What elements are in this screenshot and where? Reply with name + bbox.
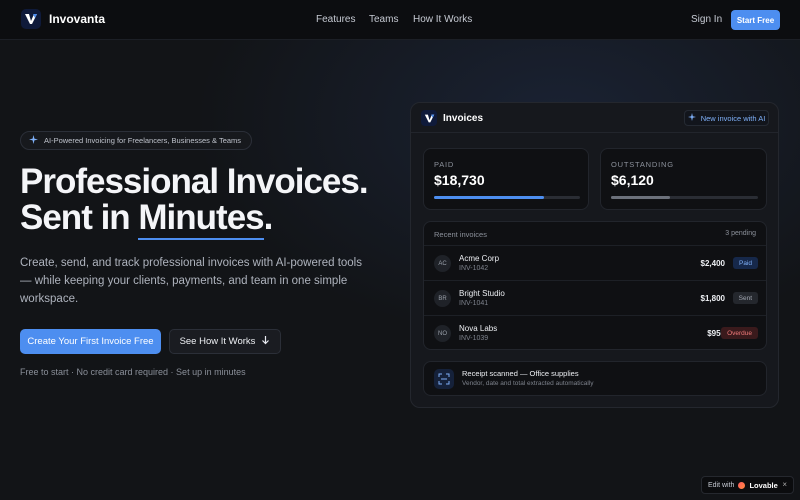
invoice-row[interactable]: BR Bright Studio INV-1041 $1,800 Sent xyxy=(424,280,766,315)
scan-icon xyxy=(434,369,454,389)
sparkle-icon xyxy=(687,113,696,123)
top-nav: Invovanta Features Teams How It Works Si… xyxy=(0,0,800,40)
brand-name[interactable]: Invovanta xyxy=(49,12,105,26)
new-invoice-ai-button[interactable]: New invoice with AI xyxy=(684,110,769,126)
client-avatar: NO xyxy=(434,325,451,342)
stat-value: $18,730 xyxy=(434,172,485,188)
nav-link-how-it-works[interactable]: How It Works xyxy=(413,14,472,25)
progress-bar xyxy=(434,196,580,199)
status-badge: Paid xyxy=(732,257,758,269)
close-icon[interactable]: × xyxy=(782,480,787,489)
progress-bar-fill xyxy=(611,196,670,199)
client-name: Bright Studio xyxy=(459,289,505,298)
hero-heading-line2: Sent in Minutes. xyxy=(20,198,368,240)
invoice-number: INV-1039 xyxy=(459,335,489,342)
stat-label: OUTSTANDING xyxy=(611,160,674,169)
progress-bar-fill xyxy=(434,196,544,199)
receipt-subtitle: Vendor, date and total extracted automat… xyxy=(462,380,594,387)
create-invoice-button[interactable]: Create Your First Invoice Free xyxy=(20,329,161,354)
invoice-number: INV-1041 xyxy=(459,300,489,307)
outstanding-stat: OUTSTANDING $6,120 xyxy=(600,148,767,210)
client-name: Acme Corp xyxy=(459,254,500,263)
sign-in-link[interactable]: Sign In xyxy=(691,14,722,25)
receipt-title: Receipt scanned — Office supplies xyxy=(462,369,579,378)
status-badge: Sent xyxy=(732,292,758,304)
arrow-down-icon xyxy=(261,335,270,348)
client-name: Nova Labs xyxy=(459,324,498,333)
hero-heading-line1: Professional Invoices. xyxy=(20,162,369,201)
receipt-scanned-notice[interactable]: Receipt scanned — Office supplies Vendor… xyxy=(423,361,767,396)
invoice-amount: $1,800 xyxy=(700,294,725,303)
hero-heading: Professional Invoices. Sent in Minutes. xyxy=(20,162,369,240)
new-invoice-ai-label: New invoice with AI xyxy=(700,113,766,123)
brand-logo-icon[interactable] xyxy=(21,9,41,29)
hero-subtitle: Create, send, and track professional inv… xyxy=(20,257,362,305)
see-how-it-works-label: See How It Works xyxy=(179,336,256,347)
invoice-amount: $2,400 xyxy=(700,259,725,268)
recent-invoices-panel: Recent invoices 3 pending AC Acme Corp I… xyxy=(423,221,767,350)
invoice-row[interactable]: AC Acme Corp INV-1042 $2,400 Paid xyxy=(424,245,766,280)
hero-heading-part: Sent in xyxy=(20,198,139,237)
nav-link-features[interactable]: Features xyxy=(316,14,355,25)
card-divider xyxy=(411,132,778,133)
brand-logo-icon xyxy=(421,110,437,126)
sparkle-icon xyxy=(29,135,38,146)
paid-stat: PAID $18,730 xyxy=(423,148,589,210)
client-avatar: BR xyxy=(434,290,451,307)
nav-link-teams[interactable]: Teams xyxy=(369,14,398,25)
edit-with-label: Edit with xyxy=(708,481,735,489)
hero-heading-period: . xyxy=(263,198,274,237)
edit-with-lovable-badge[interactable]: Edit with Lovable × xyxy=(701,476,794,494)
pending-count: 3 pending xyxy=(725,230,756,237)
see-how-it-works-button[interactable]: See How It Works xyxy=(169,329,281,354)
invoices-preview-card: Invoices New invoice with AI PAID $18,73… xyxy=(410,102,779,408)
progress-bar xyxy=(611,196,758,199)
start-free-button[interactable]: Start Free xyxy=(731,10,780,30)
status-badge: Overdue xyxy=(721,327,758,339)
recent-invoices-title: Recent invoices xyxy=(434,230,487,239)
lovable-heart-icon xyxy=(738,481,746,489)
invoice-row[interactable]: NO Nova Labs INV-1039 $950 Overdue xyxy=(424,315,766,349)
hero-note: Free to start · No credit card required … xyxy=(20,367,246,377)
invoice-number: INV-1042 xyxy=(459,265,489,272)
feature-pill: AI-Powered Invoicing for Freelancers, Bu… xyxy=(20,131,252,150)
client-avatar: AC xyxy=(434,255,451,272)
stat-label: PAID xyxy=(434,160,455,169)
lovable-brand: Lovable xyxy=(749,480,778,490)
card-title: Invoices xyxy=(443,113,484,124)
stat-value: $6,120 xyxy=(611,172,654,188)
feature-pill-text: AI-Powered Invoicing for Freelancers, Bu… xyxy=(44,136,242,145)
hero-heading-highlight: Minutes xyxy=(138,198,265,240)
